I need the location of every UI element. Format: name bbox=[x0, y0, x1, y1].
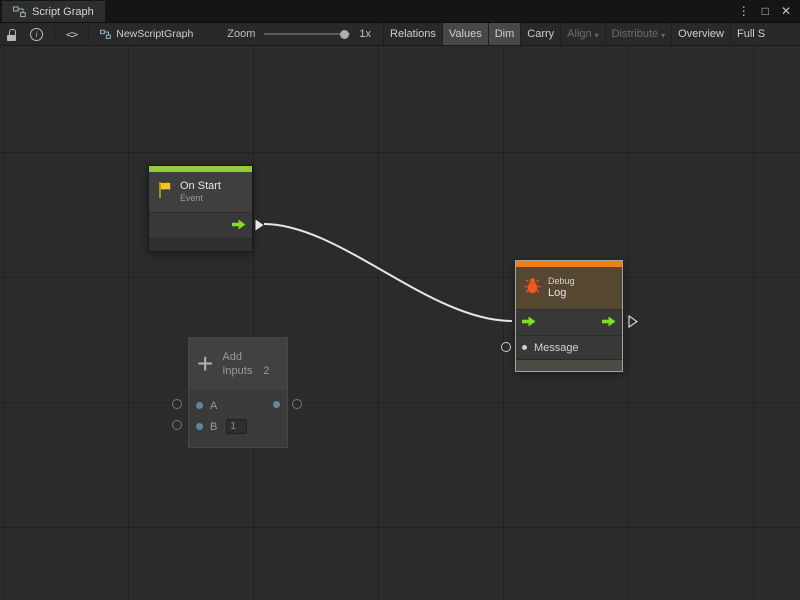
zoom-value: 1x bbox=[359, 28, 371, 40]
kebab-menu-icon[interactable]: ⋮ bbox=[738, 5, 750, 17]
flow-output-port[interactable] bbox=[232, 217, 246, 235]
graph-canvas[interactable]: On Start Event bbox=[0, 46, 800, 600]
zoom-slider-handle[interactable] bbox=[340, 30, 349, 39]
flow-input-port[interactable] bbox=[522, 314, 536, 332]
on-start-footer bbox=[149, 238, 252, 251]
toolbar-divider bbox=[54, 27, 55, 41]
add-node-output-port[interactable] bbox=[273, 401, 280, 408]
on-start-subtitle: Event bbox=[180, 193, 221, 204]
message-port-label: Message bbox=[534, 342, 579, 354]
node-debug-log[interactable]: Debug Log Message bbox=[515, 260, 623, 372]
info-icon[interactable]: i bbox=[30, 28, 43, 41]
on-start-port-row bbox=[149, 212, 252, 238]
value-port[interactable] bbox=[196, 423, 203, 430]
graph-name-breadcrumb[interactable]: NewScriptGraph bbox=[100, 28, 193, 40]
zoom-label: Zoom bbox=[227, 28, 255, 40]
lock-icon[interactable] bbox=[6, 28, 18, 41]
debug-log-footer bbox=[516, 359, 622, 371]
distribute-button[interactable]: Distribute ▾ bbox=[605, 23, 671, 45]
tab-script-graph[interactable]: Script Graph bbox=[2, 1, 105, 22]
debug-message-port-row: Message bbox=[516, 335, 622, 359]
overview-button[interactable]: Overview bbox=[671, 23, 730, 45]
script-graph-icon bbox=[13, 6, 26, 18]
flow-output-port[interactable] bbox=[602, 314, 616, 332]
value-port[interactable] bbox=[196, 402, 203, 409]
debug-flow-port-row bbox=[516, 309, 622, 335]
toolbar-divider bbox=[88, 27, 89, 41]
bug-icon bbox=[523, 276, 542, 300]
node-add-ghost[interactable]: + Add Inputs 2 A B 1 bbox=[188, 337, 288, 448]
script-graph-window: Script Graph ⋮ □ ✕ i <> NewScriptGraph Z… bbox=[0, 0, 800, 600]
on-start-title: On Start bbox=[180, 180, 221, 194]
close-icon[interactable]: ✕ bbox=[781, 5, 791, 17]
node-on-start[interactable]: On Start Event bbox=[148, 165, 253, 252]
add-node-title-line2: Inputs bbox=[222, 364, 252, 378]
flag-icon bbox=[156, 180, 174, 205]
plus-icon: + bbox=[197, 350, 213, 378]
chevron-down-icon: ▾ bbox=[661, 31, 665, 40]
row-a-label: A bbox=[210, 400, 217, 412]
carry-button[interactable]: Carry bbox=[520, 23, 560, 45]
chevron-down-icon: ▾ bbox=[595, 31, 599, 40]
debug-log-title: Log bbox=[548, 287, 575, 301]
maximize-icon[interactable]: □ bbox=[762, 5, 769, 17]
add-input-a-connector[interactable] bbox=[172, 399, 182, 409]
connection-wire bbox=[0, 46, 800, 600]
row-b-label: B bbox=[210, 421, 217, 433]
on-start-header: On Start Event bbox=[149, 172, 252, 212]
align-button[interactable]: Align ▾ bbox=[560, 23, 604, 45]
debug-output-connector[interactable] bbox=[628, 315, 638, 333]
add-node-input-count: 2 bbox=[263, 364, 269, 378]
fullscreen-button[interactable]: Full S bbox=[730, 23, 771, 45]
values-button[interactable]: Values bbox=[442, 23, 488, 45]
debug-log-header: Debug Log bbox=[516, 267, 622, 309]
graph-toolbar: i <> NewScriptGraph Zoom 1x Relations Va… bbox=[0, 22, 800, 46]
dim-button[interactable]: Dim bbox=[488, 23, 521, 45]
wire-path[interactable] bbox=[264, 224, 512, 321]
zoom-slider[interactable] bbox=[264, 33, 350, 35]
message-port-dot[interactable] bbox=[522, 345, 527, 350]
add-node-title-line1: Add bbox=[222, 350, 269, 364]
on-start-output-connector[interactable] bbox=[255, 218, 264, 236]
add-node-row-b: B 1 bbox=[189, 416, 287, 437]
relations-button[interactable]: Relations bbox=[383, 23, 442, 45]
graph-asset-icon bbox=[100, 29, 111, 40]
row-b-value-field[interactable]: 1 bbox=[226, 419, 247, 434]
titlebar: Script Graph ⋮ □ ✕ bbox=[0, 0, 800, 22]
add-node-port-rows: A B 1 bbox=[189, 390, 287, 447]
debug-category-label: Debug bbox=[548, 276, 575, 287]
add-output-connector[interactable] bbox=[292, 399, 302, 409]
message-input-connector[interactable] bbox=[501, 342, 511, 352]
add-node-header: + Add Inputs 2 bbox=[189, 338, 287, 390]
add-input-b-connector[interactable] bbox=[172, 420, 182, 430]
window-controls: ⋮ □ ✕ bbox=[738, 0, 800, 22]
tab-title: Script Graph bbox=[32, 6, 94, 18]
code-icon[interactable]: <> bbox=[66, 28, 77, 41]
toolbar-buttons: Relations Values Dim Carry Align ▾ Distr… bbox=[383, 23, 771, 45]
graph-name-label: NewScriptGraph bbox=[116, 28, 193, 40]
